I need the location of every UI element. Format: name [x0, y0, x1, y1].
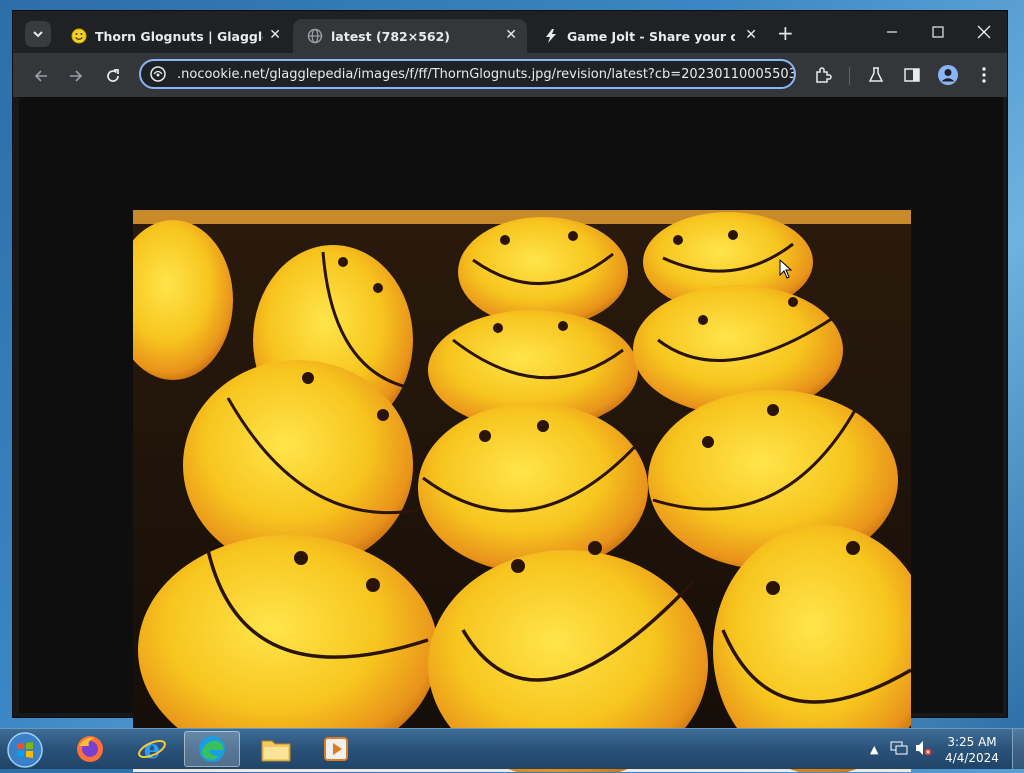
reload-button[interactable] — [102, 65, 124, 87]
globe-icon — [307, 28, 323, 44]
flask-icon — [868, 67, 884, 82]
tab-search-button[interactable] — [25, 21, 51, 47]
kebab-menu-icon — [982, 67, 986, 83]
show-hidden-icons-button[interactable]: ▲ — [870, 743, 878, 756]
volume-muted-icon[interactable] — [914, 740, 932, 759]
menu-button[interactable] — [973, 64, 995, 86]
smiley-donuts-image[interactable] — [133, 210, 911, 772]
extensions-button[interactable] — [812, 64, 834, 86]
taskbar-firefox[interactable] — [62, 731, 118, 767]
maximize-icon — [932, 26, 944, 38]
taskbar-internet-explorer[interactable]: e — [124, 731, 180, 767]
show-desktop-button[interactable] — [1012, 729, 1024, 769]
avatar-icon — [938, 65, 958, 85]
puzzle-icon — [816, 67, 832, 83]
side-panel-icon — [904, 68, 920, 82]
taskbar-media-player[interactable] — [308, 731, 364, 767]
windows-taskbar: e ▲ 3:25 AM 4/4/2024 — [0, 728, 1024, 769]
folder-icon — [261, 740, 291, 762]
edge-icon — [199, 736, 225, 762]
address-bar[interactable]: .nocookie.net/glagglepedia/images/f/ff/T… — [139, 59, 796, 89]
tab-title: Game Jolt - Share your creations — [567, 28, 735, 44]
donut — [418, 403, 648, 573]
mouse-cursor-icon — [779, 259, 793, 279]
internet-explorer-icon: e — [138, 735, 166, 764]
tab-title: Thorn Glognuts | Glagglepedia — [95, 28, 263, 44]
side-panel-button[interactable] — [901, 64, 923, 86]
navigation-toolbar: .nocookie.net/glagglepedia/images/f/ff/T… — [13, 53, 1007, 97]
taskbar-edge[interactable] — [184, 731, 240, 767]
taskbar-file-explorer[interactable] — [248, 731, 304, 767]
url-text[interactable]: .nocookie.net/glagglepedia/images/f/ff/T… — [177, 67, 794, 82]
back-arrow-icon — [34, 70, 47, 82]
smiley-icon — [71, 28, 87, 44]
firefox-icon — [77, 736, 103, 762]
profile-button[interactable] — [937, 64, 959, 86]
gamejolt-icon — [543, 28, 559, 44]
chevron-down-icon — [33, 31, 43, 38]
forward-arrow-icon — [70, 70, 83, 82]
tab-game-jolt[interactable]: Game Jolt - Share your creations ✕ — [529, 19, 767, 53]
clock-date: 4/4/2024 — [945, 751, 999, 765]
browser-window: Thorn Glognuts | Glagglepedia ✕ latest (… — [12, 10, 1008, 772]
close-window-button[interactable] — [969, 21, 999, 43]
toolbar-divider — [849, 67, 850, 85]
windows-logo-icon — [7, 732, 43, 768]
maximize-button[interactable] — [923, 21, 953, 43]
clock-time: 3:25 AM — [947, 735, 997, 749]
close-tab-icon[interactable]: ✕ — [505, 27, 517, 43]
page-content — [19, 97, 1003, 772]
svg-text:e: e — [144, 735, 161, 764]
tab-title: latest (782×562) — [331, 28, 451, 44]
start-button[interactable] — [6, 731, 44, 769]
close-tab-icon[interactable]: ✕ — [745, 27, 757, 43]
minimize-icon — [887, 31, 897, 33]
close-tab-icon[interactable]: ✕ — [269, 27, 281, 43]
minimize-button[interactable] — [877, 21, 907, 43]
forward-button[interactable] — [65, 65, 87, 87]
tab-latest-image[interactable]: latest (782×562) ✕ — [293, 19, 527, 53]
close-icon — [977, 25, 991, 39]
labs-button[interactable] — [865, 64, 887, 86]
media-player-icon — [324, 737, 348, 761]
system-clock[interactable]: 3:25 AM 4/4/2024 — [940, 734, 1004, 766]
site-info-icon[interactable] — [149, 65, 167, 83]
tab-strip: Thorn Glognuts | Glagglepedia ✕ latest (… — [13, 11, 1007, 53]
reload-icon — [107, 69, 119, 82]
new-tab-button[interactable]: + — [777, 23, 794, 43]
back-button[interactable] — [30, 65, 52, 87]
tab-thorn-glognuts[interactable]: Thorn Glognuts | Glagglepedia ✕ — [57, 19, 291, 53]
network-icon[interactable] — [890, 740, 908, 759]
